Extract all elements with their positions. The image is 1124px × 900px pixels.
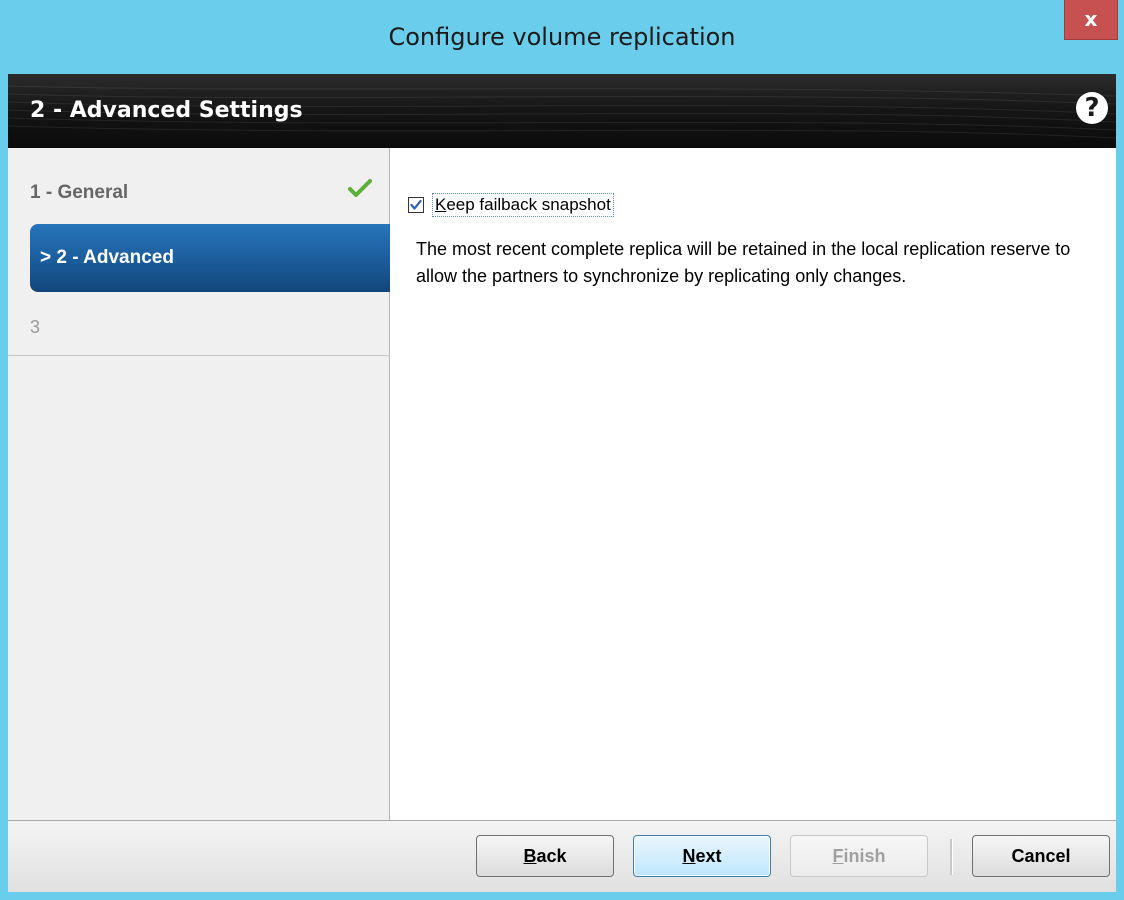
step-advanced-label: > 2 - Advanced	[40, 247, 174, 268]
finish-label: inish	[843, 846, 886, 866]
wizard-footer: Back Next Finish Cancel	[8, 820, 1116, 892]
dialog-client-area: 2 - Advanced Settings ? 1 - General > 2 …	[8, 74, 1116, 892]
button-separator	[950, 839, 953, 875]
wizard-header: 2 - Advanced Settings ?	[8, 74, 1116, 148]
finish-accelerator: F	[832, 846, 844, 866]
wizard-step-title: 2 - Advanced Settings	[30, 98, 303, 123]
back-button[interactable]: Back	[476, 835, 614, 877]
step-3-label: 3	[30, 317, 41, 337]
finish-button[interactable]: Finish	[790, 835, 928, 877]
help-icon[interactable]: ?	[1076, 92, 1108, 124]
close-button[interactable]: x	[1064, 0, 1118, 40]
step-3: 3	[8, 293, 390, 356]
checkbox-check-icon	[410, 199, 422, 210]
step-advanced[interactable]: > 2 - Advanced	[30, 224, 390, 292]
step-general[interactable]: 1 - General	[8, 148, 390, 222]
next-accelerator: N	[682, 846, 696, 866]
option-description: The most recent complete replica will be…	[416, 239, 1071, 286]
back-label: ack	[536, 846, 567, 866]
checkbox-accelerator: K	[435, 195, 447, 214]
keep-failback-snapshot-checkbox[interactable]	[408, 197, 424, 213]
checkbox-label-text: eep failback snapshot	[446, 195, 611, 214]
window-title: Configure volume replication	[388, 23, 736, 51]
next-button[interactable]: Next	[633, 835, 771, 877]
step-general-label: 1 - General	[30, 182, 129, 203]
back-accelerator: B	[523, 846, 537, 866]
dialog-window: Configure volume replication x 2 - Advan…	[0, 0, 1124, 900]
step-content-panel: Keep failback snapshot The most recent c…	[390, 148, 1116, 820]
keep-failback-snapshot-label[interactable]: Keep failback snapshot	[432, 193, 614, 217]
next-label: ext	[695, 846, 722, 866]
title-bar[interactable]: Configure volume replication x	[0, 0, 1124, 74]
checkmark-icon	[348, 179, 372, 197]
cancel-button[interactable]: Cancel	[972, 835, 1110, 877]
wizard-steps-sidebar: 1 - General > 2 - Advanced 3	[8, 148, 390, 820]
